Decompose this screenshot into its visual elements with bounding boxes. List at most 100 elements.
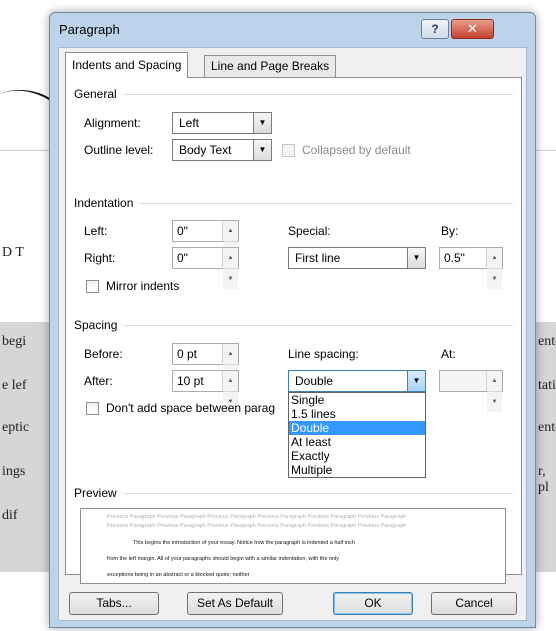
- spacing-after-value: 10 pt: [177, 374, 204, 388]
- spin-down-icon[interactable]: ▼: [487, 392, 502, 412]
- line-spacing-select[interactable]: Double ▼: [288, 370, 426, 392]
- spin-arrows[interactable]: ▲▼: [222, 221, 238, 262]
- doc-fragment: eptic: [2, 420, 30, 435]
- preview-text-line: exceptions being in an abstract or a blo…: [107, 572, 250, 578]
- paragraph-dialog: Paragraph ? ✕ Indents and Spacing Line a…: [49, 12, 536, 628]
- line-spacing-option[interactable]: At least: [289, 435, 425, 449]
- group-divider: [76, 493, 513, 494]
- doc-fragment: D T: [2, 245, 24, 260]
- preview-previous-line: Previous Paragraph Previous Paragraph Pr…: [107, 514, 407, 520]
- dont-add-space-checkbox[interactable]: [86, 402, 99, 415]
- tab-indents-and-spacing[interactable]: Indents and Spacing: [65, 52, 189, 78]
- preview-text-line: from the left margin. All of your paragr…: [107, 556, 340, 562]
- general-heading: General: [74, 87, 123, 101]
- indent-right-spinner[interactable]: 0" ▲ ▼: [172, 247, 239, 289]
- spin-down-icon[interactable]: ▼: [487, 269, 502, 289]
- set-as-default-button[interactable]: Set As Default: [187, 592, 283, 615]
- indentation-heading: Indentation: [74, 196, 140, 210]
- preview-box: Previous Paragraph Previous Paragraph Pr…: [80, 508, 506, 584]
- doc-fragment: ente: [538, 420, 556, 435]
- spacing-after-spinner[interactable]: 10 pt ▲ ▼: [172, 370, 239, 412]
- preview-text-line: This begins the introduction of your ess…: [133, 540, 355, 546]
- close-icon: ✕: [467, 21, 478, 36]
- indent-left-value: 0": [177, 224, 188, 238]
- indent-right-value: 0": [177, 251, 188, 265]
- line-spacing-value: Double: [295, 374, 334, 388]
- spacing-heading: Spacing: [74, 318, 124, 332]
- chevron-down-icon: ▼: [253, 140, 271, 160]
- preview-previous-line: Previous Paragraph Previous Paragraph Pr…: [107, 523, 407, 529]
- line-spacing-dropdown[interactable]: Single 1.5 lines Double At least Exactly…: [288, 392, 426, 478]
- help-button[interactable]: ?: [421, 19, 449, 39]
- cancel-button[interactable]: Cancel: [431, 592, 517, 615]
- spin-up-icon[interactable]: ▲: [487, 371, 502, 392]
- at-label: At:: [441, 347, 456, 361]
- outline-level-select[interactable]: Body Text ▼: [172, 139, 272, 161]
- special-label: Special:: [288, 224, 331, 238]
- line-spacing-option[interactable]: Exactly: [289, 449, 425, 463]
- spin-arrows[interactable]: ▲▼: [222, 371, 238, 412]
- alignment-value: Left: [179, 116, 200, 130]
- at-spinner[interactable]: ▲ ▼: [439, 370, 503, 412]
- spin-arrows[interactable]: ▲▼: [222, 344, 238, 385]
- spin-arrows[interactable]: ▲▼: [222, 248, 238, 289]
- doc-fragment: ente: [538, 334, 556, 349]
- help-icon: ?: [431, 22, 439, 36]
- spin-down-icon[interactable]: ▼: [223, 269, 238, 289]
- spacing-before-spinner[interactable]: 0 pt ▲▼: [172, 343, 239, 385]
- dialog-titlebar[interactable]: Paragraph ? ✕: [50, 13, 535, 47]
- alignment-select[interactable]: Left ▼: [172, 112, 272, 134]
- by-value: 0.5": [444, 251, 465, 265]
- doc-fragment: tati: [538, 378, 556, 393]
- mirror-indents-label: Mirror indents: [106, 279, 180, 293]
- spin-up-icon[interactable]: ▲: [223, 248, 238, 269]
- doc-fragment: ings: [2, 464, 26, 479]
- chevron-down-icon: ▼: [253, 113, 271, 133]
- group-divider: [76, 94, 513, 95]
- spin-arrows[interactable]: ▲▼: [486, 371, 502, 412]
- line-spacing-option[interactable]: Single: [289, 393, 425, 407]
- line-spacing-option-selected[interactable]: Double: [289, 421, 425, 435]
- by-spinner[interactable]: 0.5" ▲ ▼: [439, 247, 503, 289]
- collapsed-checkbox[interactable]: [282, 144, 295, 157]
- group-divider: [76, 325, 513, 326]
- spacing-after-label: After:: [84, 374, 113, 388]
- tabs-button[interactable]: Tabs...: [69, 592, 159, 615]
- spin-up-icon[interactable]: ▲: [223, 371, 238, 392]
- spin-arrows[interactable]: ▲▼: [486, 248, 502, 289]
- group-divider: [76, 203, 513, 204]
- indent-left-label: Left:: [84, 224, 108, 238]
- chevron-down-icon: ▼: [407, 371, 425, 391]
- spin-up-icon[interactable]: ▲: [487, 248, 502, 269]
- dialog-title: Paragraph: [59, 22, 120, 37]
- doc-fragment: e lef: [2, 378, 27, 393]
- doc-fragment: dif: [2, 508, 18, 523]
- indent-right-label: Right:: [84, 251, 116, 265]
- line-spacing-option[interactable]: Multiple: [289, 463, 425, 477]
- collapsed-label: Collapsed by default: [302, 143, 411, 157]
- preview-heading: Preview: [74, 486, 123, 500]
- mirror-indents-checkbox[interactable]: [86, 280, 99, 293]
- line-spacing-option[interactable]: 1.5 lines: [289, 407, 425, 421]
- doc-fragment: begi: [2, 334, 27, 349]
- spin-up-icon[interactable]: ▲: [223, 344, 238, 365]
- tab-panel: General Alignment: Left ▼ Outline level:…: [65, 77, 522, 584]
- dont-add-space-label: Don't add space between parag: [106, 401, 276, 415]
- alignment-label: Alignment:: [84, 116, 141, 130]
- line-spacing-label: Line spacing:: [288, 347, 359, 361]
- spin-up-icon[interactable]: ▲: [223, 221, 238, 242]
- outline-level-label: Outline level:: [84, 143, 154, 157]
- ok-button[interactable]: OK: [333, 592, 413, 615]
- doc-fragment: r, pl: [538, 464, 549, 495]
- dialog-body: Indents and Spacing Line and Page Breaks…: [58, 47, 527, 621]
- spacing-before-label: Before:: [84, 347, 123, 361]
- special-select[interactable]: First line ▼: [288, 247, 426, 269]
- close-button[interactable]: ✕: [451, 19, 494, 39]
- special-value: First line: [295, 251, 341, 265]
- chevron-down-icon: ▼: [407, 248, 425, 268]
- indent-left-spinner[interactable]: 0" ▲▼: [172, 220, 239, 262]
- by-label: By:: [441, 224, 459, 238]
- tab-line-and-page-breaks[interactable]: Line and Page Breaks: [204, 55, 337, 77]
- outline-level-value: Body Text: [179, 143, 232, 157]
- spacing-before-value: 0 pt: [177, 347, 198, 361]
